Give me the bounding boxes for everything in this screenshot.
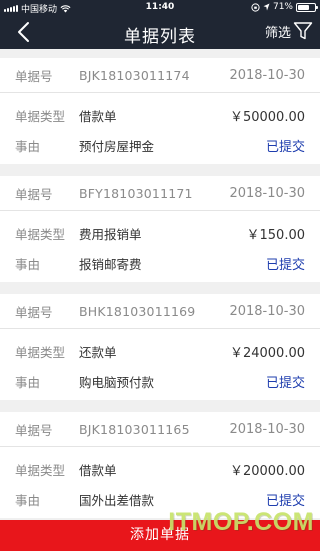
battery-fill (298, 4, 310, 10)
doc-reason-row: 事由 购电脑预付款 已提交 (0, 366, 320, 396)
doc-amount: ￥150.00 (246, 227, 306, 243)
document-list: 单据号 BJK18103011174 2018-10-30 单据类型 借款单 ￥… (0, 49, 320, 520)
doc-type-label: 单据类型 (15, 226, 66, 242)
doc-type-value: 借款单 (79, 462, 117, 478)
doc-type-row: 单据类型 借款单 ￥20000.00 (0, 454, 320, 484)
doc-type-label: 单据类型 (15, 462, 66, 478)
doc-number: BFY18103011171 (79, 185, 193, 201)
reason-label: 事由 (15, 492, 41, 508)
document-card[interactable]: 单据号 BJK18103011165 2018-10-30 单据类型 借款单 ￥… (0, 412, 320, 518)
doc-amount: ￥50000.00 (229, 109, 305, 125)
orientation-lock-icon (251, 2, 260, 12)
battery-icon (296, 2, 318, 12)
doc-date: 2018-10-30 (229, 421, 305, 437)
doc-type-label: 单据类型 (15, 344, 66, 360)
battery-percent: 71% (272, 2, 293, 12)
status-badge: 已提交 (265, 493, 305, 509)
doc-reason-value: 预付房屋押金 (79, 138, 155, 154)
document-header-row: 单据号 BJK18103011174 2018-10-30 (0, 58, 320, 93)
status-badge: 已提交 (265, 375, 305, 391)
doc-reason-value: 报销邮寄费 (79, 256, 142, 272)
reason-label: 事由 (15, 256, 41, 272)
doc-type-row: 单据类型 费用报销单 ￥150.00 (0, 218, 320, 248)
funnel-icon (293, 22, 313, 40)
reason-label: 事由 (15, 374, 41, 390)
doc-number: BJK18103011174 (79, 67, 190, 83)
doc-date: 2018-10-30 (229, 67, 305, 83)
location-icon (263, 3, 270, 11)
doc-type-row: 单据类型 借款单 ￥50000.00 (0, 100, 320, 130)
doc-number: BJK18103011165 (79, 421, 190, 437)
doc-number: BHK18103011169 (79, 303, 196, 319)
doc-reason-row: 事由 报销邮寄费 已提交 (0, 248, 320, 278)
doc-reason-row: 事由 预付房屋押金 已提交 (0, 130, 320, 160)
filter-button[interactable]: 筛选 (265, 21, 313, 41)
doc-date: 2018-10-30 (229, 303, 305, 319)
doc-no-label: 单据号 (15, 68, 53, 84)
doc-amount: ￥24000.00 (229, 345, 305, 361)
doc-date: 2018-10-30 (229, 185, 305, 201)
doc-amount: ￥20000.00 (229, 463, 305, 479)
document-card[interactable]: 单据号 BFY18103011171 2018-10-30 单据类型 费用报销单… (0, 176, 320, 282)
document-card[interactable]: 单据号 BJK18103011174 2018-10-30 单据类型 借款单 ￥… (0, 58, 320, 164)
status-badge: 已提交 (265, 139, 305, 155)
doc-type-value: 还款单 (79, 344, 117, 360)
document-card[interactable]: 单据号 BHK18103011169 2018-10-30 单据类型 还款单 ￥… (0, 294, 320, 400)
status-badge: 已提交 (265, 257, 305, 273)
doc-type-value: 借款单 (79, 108, 117, 124)
document-header-row: 单据号 BFY18103011171 2018-10-30 (0, 176, 320, 211)
app-header: 中国移动 11:40 71% 单据列表 筛选 (0, 0, 320, 49)
navigation-bar: 单据列表 筛选 (0, 16, 320, 49)
doc-reason-value: 国外出差借款 (79, 492, 155, 508)
filter-label: 筛选 (264, 25, 291, 41)
doc-reason-value: 购电脑预付款 (79, 374, 155, 390)
status-bar: 中国移动 11:40 71% (0, 0, 320, 16)
doc-no-label: 单据号 (15, 304, 53, 320)
doc-type-value: 费用报销单 (79, 226, 142, 242)
doc-no-label: 单据号 (15, 422, 53, 438)
doc-no-label: 单据号 (15, 186, 53, 202)
doc-type-row: 单据类型 还款单 ￥24000.00 (0, 336, 320, 366)
document-header-row: 单据号 BHK18103011169 2018-10-30 (0, 294, 320, 329)
document-header-row: 单据号 BJK18103011165 2018-10-30 (0, 412, 320, 447)
doc-type-label: 单据类型 (15, 108, 66, 124)
status-right: 71% (251, 2, 318, 12)
reason-label: 事由 (15, 138, 41, 154)
watermark-logo: ITMOP.COM (168, 508, 314, 536)
